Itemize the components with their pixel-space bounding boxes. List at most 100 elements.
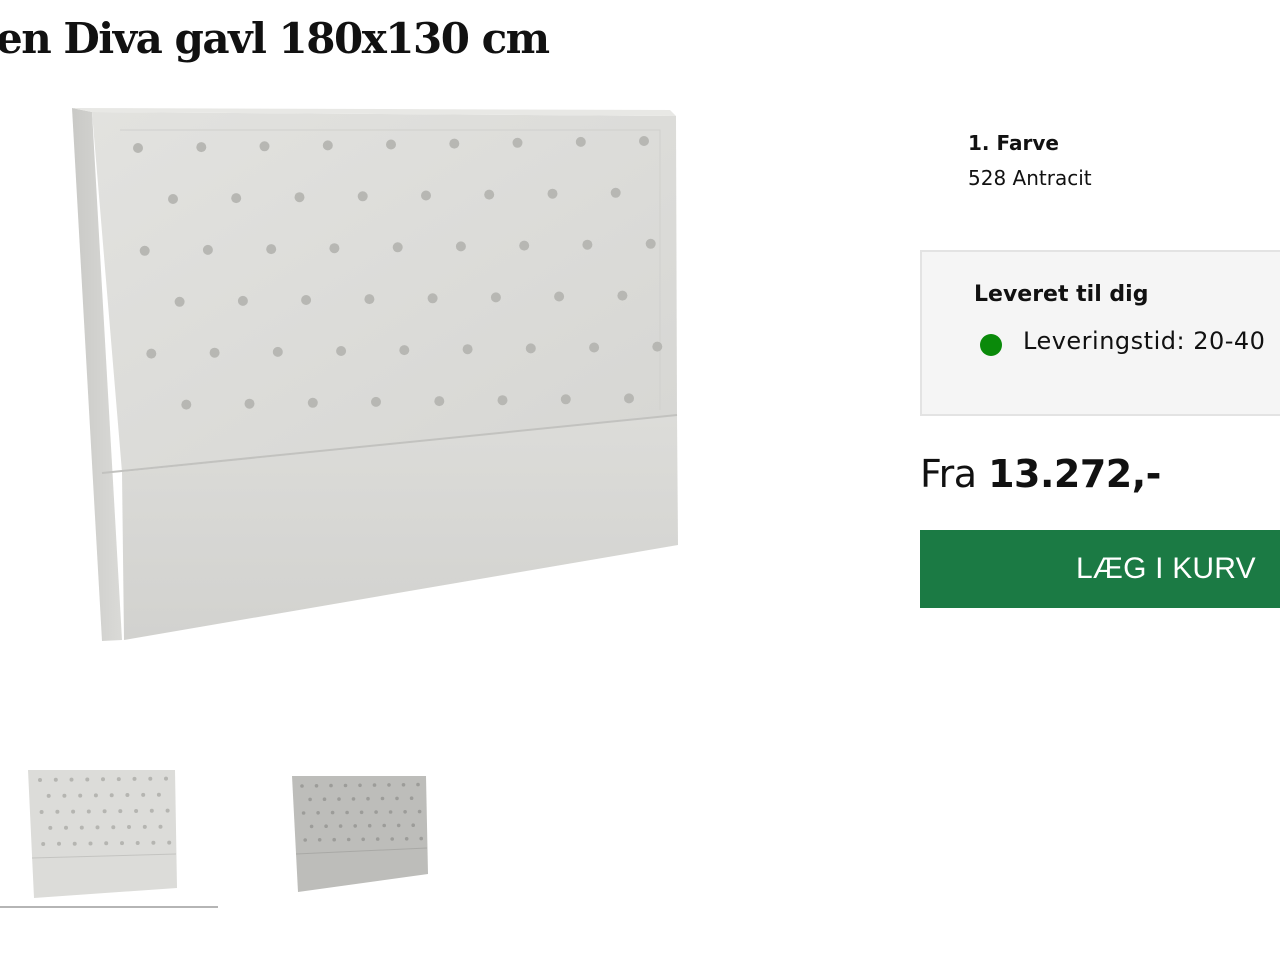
tuft-button <box>364 294 375 305</box>
tuft-button <box>244 398 255 409</box>
tuft-button <box>164 776 168 781</box>
tuft-button <box>411 823 415 827</box>
tuft-button <box>401 783 406 787</box>
tuft-button <box>38 778 42 782</box>
tuft-button <box>158 824 163 829</box>
tuft-button <box>421 190 431 201</box>
tuft-button <box>367 823 372 828</box>
color-option-value[interactable]: 528 Antracit <box>968 166 1092 190</box>
tuft-button <box>237 295 248 306</box>
tuft-button <box>168 194 178 204</box>
tuft-button <box>125 793 130 797</box>
tuft-button <box>462 344 473 355</box>
tuft-button <box>519 240 530 251</box>
color-option-label: 1. Farve <box>968 131 1059 155</box>
tuft-button <box>41 842 46 846</box>
delivery-info-box: Leveret til dig Leveringstid: 20-40 <box>920 250 1280 416</box>
tuft-button <box>62 793 67 798</box>
tuft-button <box>359 810 364 815</box>
tuft-button <box>149 808 154 813</box>
tuft-button <box>79 825 84 830</box>
tuft-button <box>357 191 368 202</box>
tuft-button <box>343 783 348 788</box>
tuft-button <box>259 141 270 152</box>
tuft-button <box>209 347 220 358</box>
product-page: en Diva gavl 180x130 cm 1. Farve 528 Ant… <box>0 0 1280 960</box>
tuft-button <box>386 139 396 150</box>
tuft-button <box>645 238 656 249</box>
tuft-button <box>146 348 157 359</box>
tuft-button <box>351 797 356 801</box>
tuft-button <box>403 810 407 814</box>
delivery-title: Leveret til dig <box>974 282 1149 307</box>
thumbnail-light-grey[interactable] <box>0 760 200 910</box>
tuft-button <box>307 397 318 408</box>
tuft-button <box>116 777 121 782</box>
tuft-button <box>111 825 116 830</box>
tuft-button <box>95 825 100 830</box>
tuft-button <box>174 296 185 307</box>
delivery-status-dot-icon <box>980 334 1002 356</box>
tuft-button <box>449 138 460 149</box>
tuft-button <box>346 837 351 842</box>
tuft-button <box>272 346 283 357</box>
tuft-button <box>301 811 306 815</box>
tuft-button <box>301 295 312 305</box>
tuft-button <box>69 777 74 782</box>
tuft-button <box>395 796 399 801</box>
main-product-image[interactable] <box>40 90 720 660</box>
thumbnail-selected-indicator <box>0 906 218 908</box>
tuft-button <box>88 841 93 846</box>
tuft-button <box>324 824 328 828</box>
tuft-button <box>86 809 91 814</box>
tuft-button <box>404 837 409 841</box>
tuft-button <box>167 840 172 845</box>
thumbnail-grey[interactable] <box>280 768 440 898</box>
tuft-button <box>390 837 394 841</box>
tuft-button <box>57 841 61 846</box>
tuft-button <box>48 825 53 830</box>
tuft-button <box>387 783 391 787</box>
tuft-button <box>416 782 420 787</box>
tuft-button <box>353 824 357 828</box>
tuft-button <box>554 291 565 302</box>
tuft-button <box>181 399 192 410</box>
delivery-time-text: Leveringstid: 20-40 <box>1023 327 1266 355</box>
tuft-button <box>196 142 207 153</box>
price-amount: 13.272,- <box>988 452 1161 496</box>
tuft-button <box>575 136 586 147</box>
tuft-button <box>652 341 663 352</box>
tuft-button <box>560 394 571 405</box>
tuft-button <box>329 243 340 254</box>
tuft-button <box>372 783 377 787</box>
tuft-button <box>118 809 123 814</box>
tuft-button <box>332 837 336 842</box>
tuft-button <box>308 797 312 802</box>
tuft-button <box>617 290 628 301</box>
tuft-button <box>300 784 304 788</box>
tuft-button <box>382 823 386 828</box>
tuft-button <box>419 836 423 841</box>
tuft-button <box>512 137 523 148</box>
tuft-button <box>109 793 114 798</box>
tuft-button <box>329 783 333 788</box>
tuft-button <box>64 825 68 830</box>
tuft-button <box>525 343 536 354</box>
tuft-button <box>132 776 137 781</box>
tuft-button <box>309 824 314 829</box>
tuft-button <box>434 396 445 407</box>
tuft-button <box>455 241 466 252</box>
tuft-button <box>266 244 277 255</box>
tuft-button <box>345 810 349 815</box>
tuft-button <box>53 777 58 782</box>
tuft-button <box>396 823 401 828</box>
tuft-button <box>417 809 422 814</box>
tuft-button <box>85 777 90 782</box>
add-to-cart-button[interactable]: LÆG I KURV <box>920 530 1280 608</box>
tuft-button <box>294 192 305 203</box>
tuft-button <box>388 810 393 814</box>
tuft-button <box>497 395 508 406</box>
tuft-button <box>303 838 307 842</box>
tuft-button <box>374 810 378 814</box>
price-prefix: Fra <box>920 452 977 496</box>
